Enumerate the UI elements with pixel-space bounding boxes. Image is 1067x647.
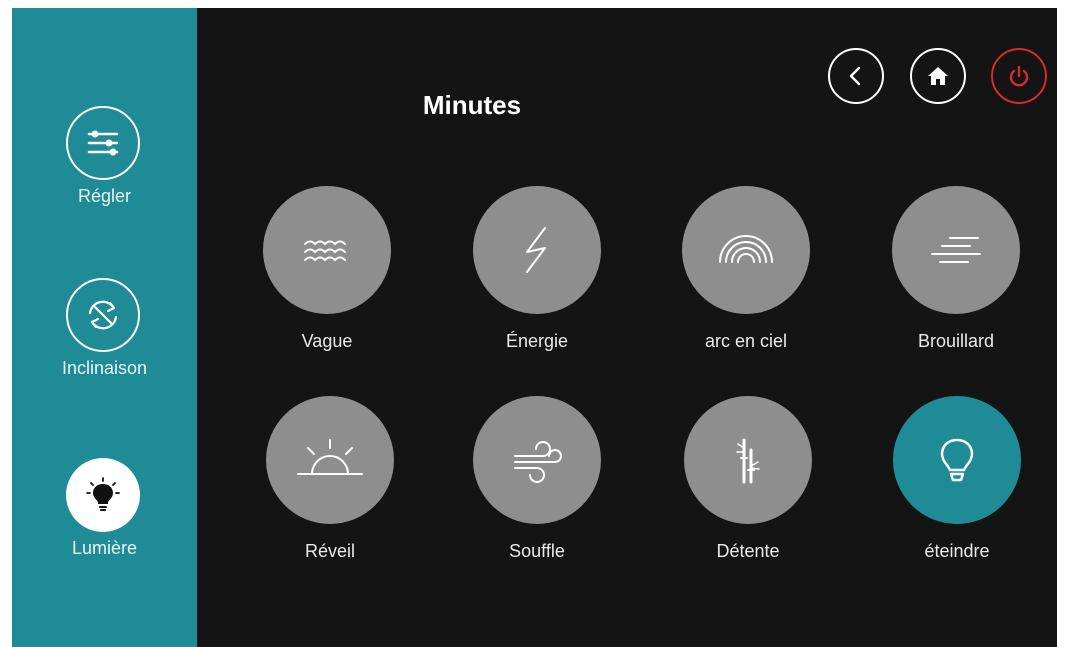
mode-souffle[interactable]: Souffle — [447, 396, 627, 606]
mode-vague[interactable]: Vague — [237, 186, 417, 396]
sidebar-circle — [66, 106, 140, 180]
page-title: Minutes — [422, 90, 522, 120]
sliders-icon — [87, 130, 119, 156]
mode-eteindre[interactable]: éteindre — [867, 396, 1047, 606]
mode-circle — [684, 396, 812, 524]
waves-icon — [304, 240, 346, 262]
mode-label: Vague — [301, 331, 353, 351]
sidebar-item-label: Régler — [77, 186, 132, 206]
bamboo-icon — [736, 438, 760, 484]
mode-label: Réveil — [304, 541, 356, 561]
power-icon — [1009, 65, 1029, 87]
mode-energie[interactable]: Énergie — [447, 186, 627, 396]
sidebar-circle-active — [66, 458, 140, 532]
mode-label: Brouillard — [917, 331, 995, 351]
mode-circle-active — [893, 396, 1021, 524]
back-button[interactable] — [828, 48, 884, 104]
chevron-left-icon — [849, 66, 861, 86]
mode-label: Énergie — [505, 331, 569, 351]
mode-circle — [266, 396, 394, 524]
fog-icon — [931, 237, 981, 263]
mode-circle — [473, 186, 601, 314]
mode-circle — [682, 186, 810, 314]
lightbulb-outline-icon — [940, 438, 974, 482]
lightbulb-icon — [86, 477, 120, 511]
mode-label: Souffle — [509, 541, 565, 561]
mode-circle — [473, 396, 601, 524]
mode-reveil[interactable]: Réveil — [240, 396, 420, 606]
sunrise-icon — [297, 439, 363, 475]
power-button[interactable] — [991, 48, 1047, 104]
lightning-icon — [526, 227, 546, 273]
mode-brouillard[interactable]: Brouillard — [866, 186, 1046, 396]
home-icon — [928, 67, 948, 85]
mode-circle — [892, 186, 1020, 314]
mode-label: arc en ciel — [704, 331, 788, 351]
wind-icon — [514, 441, 562, 483]
mode-label: Détente — [716, 541, 780, 561]
mode-circle — [263, 186, 391, 314]
rotate-arrows-icon — [88, 300, 118, 330]
sidebar: Régler Inclinaison Lumière — [12, 8, 197, 647]
screen: Régler Inclinaison Lumière Minutes Vague… — [12, 8, 1057, 647]
mode-detente[interactable]: Détente — [658, 396, 838, 606]
rainbow-icon — [719, 235, 773, 263]
sidebar-circle — [66, 278, 140, 352]
mode-arc-en-ciel[interactable]: arc en ciel — [656, 186, 836, 396]
sidebar-item-label: Inclinaison — [61, 358, 148, 378]
mode-label: éteindre — [924, 541, 990, 561]
home-button[interactable] — [910, 48, 966, 104]
sidebar-item-label: Lumière — [71, 538, 138, 558]
